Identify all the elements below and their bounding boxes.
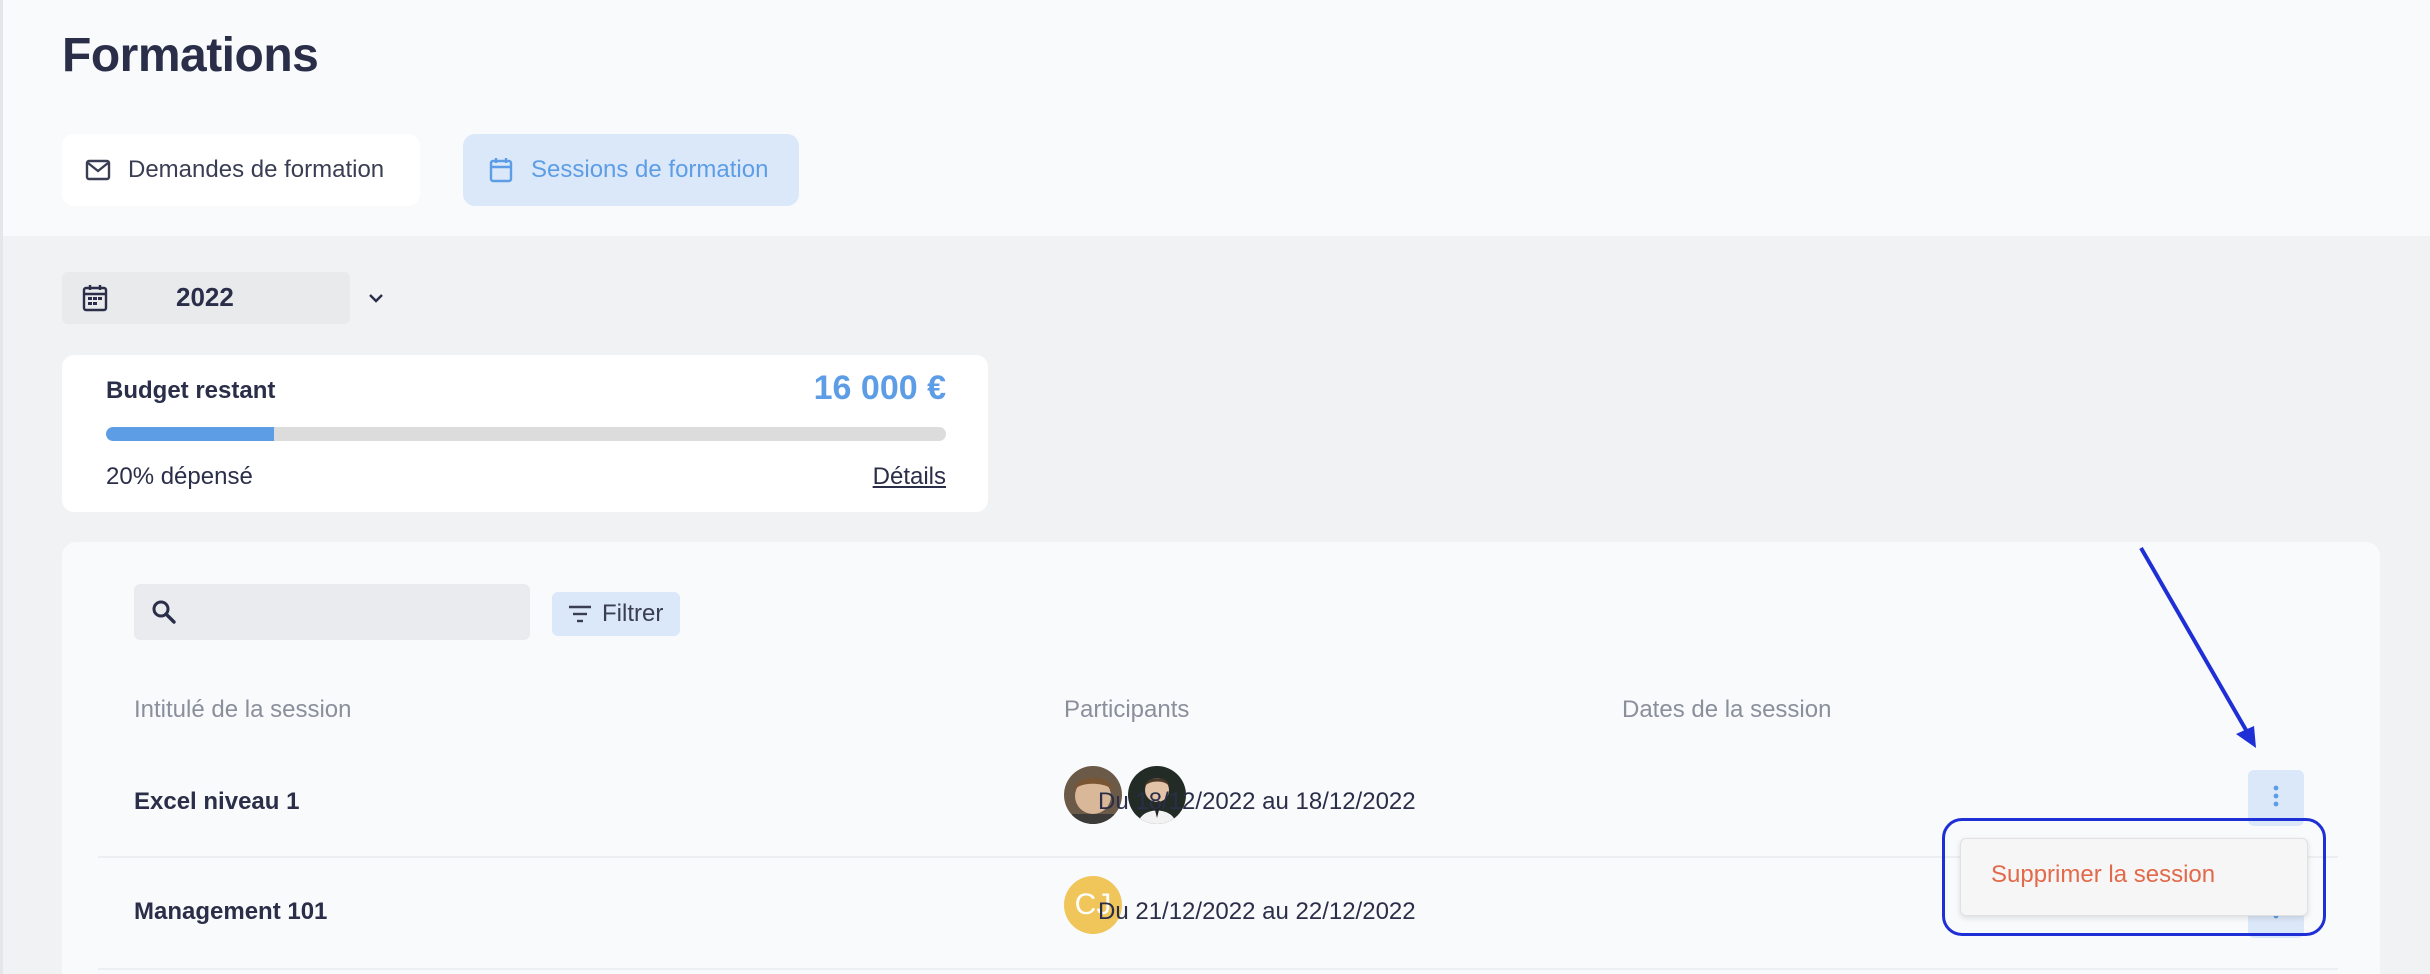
tab-training-requests[interactable]: Demandes de formation	[62, 134, 420, 206]
column-header-dates: Dates de la session	[1622, 696, 1832, 723]
filter-label: Filtrer	[602, 600, 664, 627]
mail-icon	[84, 156, 112, 184]
budget-label: Budget restant	[106, 377, 276, 404]
budget-amount: 16 000 €	[813, 369, 946, 407]
filter-button[interactable]: Filtrer	[552, 592, 680, 636]
row-divider	[98, 968, 2338, 970]
tab-training-sessions[interactable]: Sessions de formation	[463, 134, 799, 206]
more-vertical-icon	[2272, 785, 2280, 812]
filter-icon	[568, 601, 594, 627]
annotation-highlight-box	[1942, 818, 2326, 936]
budget-progress-fill	[106, 427, 274, 441]
calendar-icon	[82, 284, 110, 312]
selected-year: 2022	[176, 282, 234, 312]
search-icon	[150, 598, 178, 626]
tab-label: Demandes de formation	[128, 156, 385, 183]
column-header-participants: Participants	[1064, 696, 1190, 723]
budget-spent-text: 20% dépensé	[106, 463, 253, 490]
column-header-title: Intitulé de la session	[134, 696, 352, 723]
session-title: Management 101	[134, 898, 328, 925]
session-dates: Du 21/12/2022 au 22/12/2022	[1098, 898, 1416, 925]
page-title: Formations	[62, 29, 319, 82]
session-dates: Du 18/12/2022 au 18/12/2022	[1098, 788, 1416, 815]
search-input[interactable]	[190, 592, 510, 632]
session-title: Excel niveau 1	[134, 788, 300, 815]
year-select[interactable]: 2022	[62, 272, 383, 324]
chevron-down-icon	[366, 288, 386, 308]
tab-label: Sessions de formation	[531, 156, 769, 183]
calendar-icon	[487, 156, 515, 184]
search-box[interactable]	[134, 584, 530, 640]
budget-card: Budget restant 16 000 € 20% dépensé Déta…	[62, 355, 988, 512]
budget-progress-bar	[106, 427, 946, 441]
budget-details-link[interactable]: Détails	[873, 463, 946, 491]
